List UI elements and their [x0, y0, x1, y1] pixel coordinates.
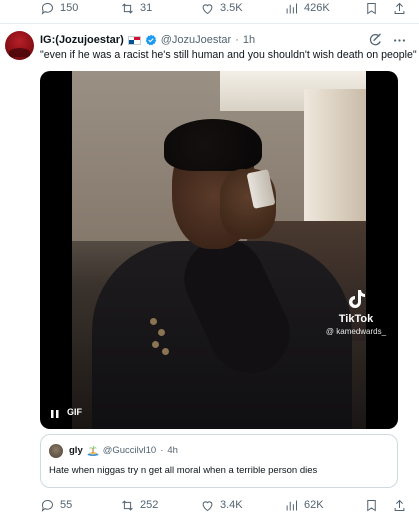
- quoted-handle: @Guccilvl10: [102, 445, 157, 456]
- repost-icon: [122, 499, 133, 511]
- share-icon: [394, 2, 405, 14]
- like-count: 3.4K: [220, 499, 243, 511]
- reply-button[interactable]: 55: [40, 493, 72, 517]
- gif-badge: GIF: [67, 407, 82, 417]
- bookmark-icon: [367, 499, 376, 511]
- views-icon: [286, 3, 297, 13]
- verified-badge-icon: [145, 34, 156, 46]
- tweet-divider: [0, 23, 419, 24]
- views-button[interactable]: 62K: [284, 493, 324, 517]
- bookmark-button[interactable]: [364, 493, 379, 517]
- quoted-timestamp: 4h: [167, 445, 178, 456]
- quoted-text: Hate when niggas try n get all moral whe…: [49, 465, 318, 476]
- tweet-text: "even if he was a racist he's still huma…: [40, 49, 417, 61]
- like-count: 3.5K: [220, 2, 243, 14]
- author-display-name[interactable]: IG:(Jozujoestar): [40, 34, 124, 46]
- repost-count: 31: [140, 2, 153, 14]
- author-handle[interactable]: @JozuJoestar: [161, 34, 231, 46]
- tiktok-watermark: TikTok @ kamedwards_: [316, 287, 396, 336]
- tweet-header: IG:(Jozujoestar) @JozuJoestar · 1h: [40, 33, 255, 47]
- tweet-timestamp[interactable]: 1h: [243, 34, 255, 46]
- tweet-actions: 55 252 3.4K 62K: [0, 493, 419, 517]
- quoted-avatar: [49, 444, 63, 458]
- view-count: 62K: [304, 499, 324, 511]
- quoted-display-name: gly: [69, 445, 83, 456]
- repost-count: 252: [140, 499, 159, 511]
- tiktok-brand: TikTok: [338, 313, 374, 325]
- repost-button[interactable]: 252: [120, 493, 158, 517]
- separator-dot: ·: [235, 34, 239, 46]
- pause-icon[interactable]: [50, 409, 60, 419]
- share-button[interactable]: [392, 493, 407, 517]
- like-button[interactable]: 3.5K: [200, 0, 243, 20]
- views-icon: [286, 500, 297, 510]
- bookmark-icon: [367, 2, 376, 14]
- reply-button[interactable]: 150: [40, 0, 78, 20]
- share-button[interactable]: [392, 0, 407, 20]
- bookmark-button[interactable]: [364, 0, 379, 20]
- heart-icon: [202, 500, 213, 511]
- panama-flag-icon: [127, 35, 141, 45]
- reply-icon: [41, 2, 53, 15]
- heart-icon: [202, 3, 213, 14]
- view-count: 426K: [304, 2, 330, 14]
- like-button[interactable]: 3.4K: [200, 493, 243, 517]
- grok-icon[interactable]: [368, 32, 383, 47]
- avatar[interactable]: [5, 31, 34, 60]
- more-options-icon[interactable]: [392, 33, 407, 48]
- views-button[interactable]: 426K: [284, 0, 330, 20]
- reply-count: 150: [60, 2, 79, 14]
- desert-island-emoji-icon: [87, 446, 99, 456]
- reply-count: 55: [60, 499, 73, 511]
- reply-icon: [41, 499, 53, 512]
- video-frame: [72, 71, 366, 429]
- repost-button[interactable]: 31: [120, 0, 152, 20]
- quoted-tweet[interactable]: gly @Guccilvl10 · 4h Hate when niggas tr…: [40, 434, 398, 488]
- tiktok-handle: @ kamedwards_: [325, 327, 387, 336]
- tiktok-logo-icon: [349, 290, 365, 308]
- repost-icon: [122, 2, 133, 14]
- tweet-media-gif[interactable]: TikTok @ kamedwards_ GIF: [40, 71, 398, 429]
- quoted-separator-dot: ·: [160, 445, 164, 456]
- quoted-header: gly @Guccilvl10 · 4h: [69, 445, 178, 456]
- share-icon: [394, 499, 405, 511]
- previous-tweet-actions: 150 31 3.5K 426K: [0, 0, 419, 20]
